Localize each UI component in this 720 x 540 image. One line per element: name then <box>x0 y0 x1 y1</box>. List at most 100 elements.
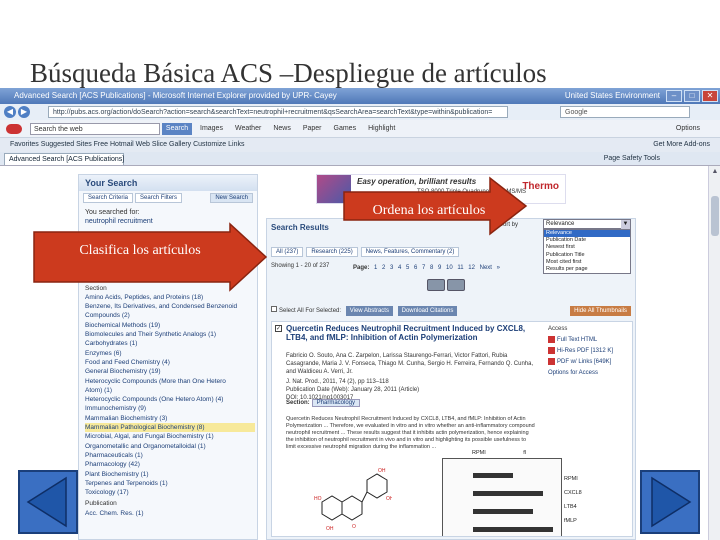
filter-item[interactable]: Mammalian Pathological Biochemistry (8) <box>85 423 255 433</box>
sort-option[interactable]: Newest first <box>544 244 630 251</box>
sort-options-list: Relevance Publication Date Newest first Pub… <box>543 229 631 275</box>
filter-item[interactable]: Biomolecules and Their Synthetic Analogs… <box>85 330 255 339</box>
filter-item[interactable]: Compounds (2) <box>85 311 255 320</box>
download-citations-button[interactable]: Download Citations <box>397 306 458 316</box>
toolbar-tool-news[interactable]: News <box>273 120 291 137</box>
article-abstract: Quercetin Reduces Neutrophil Recruitment… <box>286 416 535 450</box>
searched-for-label: You searched for: <box>85 209 140 216</box>
tab-search-filters[interactable]: Search Filters <box>135 193 183 203</box>
back-icon[interactable]: ◀ <box>4 106 16 118</box>
hide-thumbnails-button[interactable]: Hide All Thumbnails <box>570 306 631 316</box>
graph-bar <box>473 491 543 496</box>
select-all-checkbox[interactable] <box>271 306 277 312</box>
section-label: Section: <box>286 400 310 406</box>
filter-item[interactable]: Immunochemistry (9) <box>85 404 255 413</box>
window-title-right: United States Environment <box>564 91 660 100</box>
select-all-label: Select All <box>279 308 304 314</box>
toolbar-tool-paper[interactable]: Paper <box>303 120 322 137</box>
for-selected-label: For Selected: <box>305 308 342 314</box>
window-titlebar: Advanced Search [ACS Publications] - Mic… <box>0 88 720 104</box>
filter-item[interactable]: Biochemical Methods (19) <box>85 321 255 330</box>
vertical-scrollbar[interactable]: ▲ <box>708 166 720 540</box>
filter-item[interactable]: Plant Biochemistry (1) <box>85 470 255 479</box>
list-view-icon[interactable] <box>427 279 445 291</box>
browser-window: Advanced Search [ACS Publications] - Mic… <box>0 88 720 540</box>
toolbar-search-input[interactable]: Search the web <box>30 123 160 135</box>
filter-item[interactable]: Food and Feed Chemistry (4) <box>85 358 255 367</box>
sort-select[interactable]: Relevance ▼ <box>543 219 631 229</box>
filter-item[interactable]: Microbial, Algal, and Fungal Biochemistr… <box>85 432 255 441</box>
classify-callout-arrow: Clasifica los artículos <box>30 222 270 292</box>
tab-all[interactable]: All (237) <box>271 247 304 257</box>
toolbar-tool-images[interactable]: Images <box>200 120 223 137</box>
get-addons-link[interactable]: Get More Add-ons <box>653 138 710 152</box>
article-checkbox[interactable]: ✓ <box>275 325 282 332</box>
filter-item[interactable]: Mammalian Biochemistry (3) <box>85 414 255 423</box>
filter-item[interactable]: Organometallic and Organometalloidal (1) <box>85 442 255 451</box>
command-bar[interactable]: Page Safety Tools <box>604 152 660 165</box>
close-icon[interactable]: ✕ <box>702 90 718 102</box>
filter-item[interactable]: Pharmaceuticals (1) <box>85 451 255 460</box>
toolbar-search-button[interactable]: Search <box>162 123 192 135</box>
sort-option[interactable]: Publication Title <box>544 252 630 259</box>
next-slide-icon[interactable] <box>640 470 700 534</box>
section-value[interactable]: Pharmacology <box>311 399 361 407</box>
filter-item[interactable]: Heterocyclic Compounds (One Hetero Atom)… <box>85 395 255 404</box>
grid-view-icon[interactable] <box>447 279 465 291</box>
sidebar-header: Your Search <box>79 175 257 191</box>
pager-pages[interactable]: 1 2 3 4 5 6 7 8 9 10 11 12 <box>374 265 475 271</box>
filter-item[interactable]: Carbohydrates (1) <box>85 339 255 348</box>
format-pdf-links[interactable]: PDF w/ Links [649K] <box>548 357 632 368</box>
sort-callout-text: Ordena los artículos <box>372 203 486 218</box>
toolbar-tool-weather[interactable]: Weather <box>235 120 261 137</box>
filter-item[interactable]: Pharmacology (42) <box>85 460 255 469</box>
window-title: Advanced Search [ACS Publications] - Mic… <box>14 91 337 100</box>
toolbar-tool-highlight[interactable]: Highlight <box>368 120 395 137</box>
filter-section-heading: Publication <box>85 500 117 508</box>
tab-research[interactable]: Research (225) <box>306 247 358 257</box>
filter-item[interactable]: Amino Acids, Peptides, and Proteins (18) <box>85 293 255 302</box>
article-access: Access Full Text HTML Hi-Res PDF [1312 K… <box>548 324 632 379</box>
format-hires-pdf[interactable]: Hi-Res PDF [1312 K] <box>548 346 632 357</box>
pdf-links-icon <box>548 357 555 365</box>
sort-option[interactable]: Most cited first <box>544 259 630 266</box>
article-title[interactable]: Quercetin Reduces Neutrophil Recruitment… <box>286 324 536 342</box>
favorites-links[interactable]: Favorites Suggested Sites Free Hotmail W… <box>10 141 244 148</box>
forward-icon[interactable]: ▶ <box>18 106 30 118</box>
graph-legend: RPMI CXCL8 LTB4 fMLP <box>564 472 582 528</box>
toolbar-logo-icon <box>6 124 22 134</box>
tab-search-criteria[interactable]: Search Criteria <box>83 193 134 203</box>
chevron-down-icon[interactable]: ▼ <box>621 220 630 229</box>
url-input[interactable]: http://pubs.acs.org/action/doSearch?acti… <box>48 106 508 118</box>
scroll-up-icon[interactable]: ▲ <box>711 168 719 176</box>
toolbar-options[interactable]: Options <box>676 120 700 137</box>
filter-item[interactable]: Toxicology (17) <box>85 488 255 497</box>
previous-slide-icon[interactable] <box>18 470 78 534</box>
tab-news[interactable]: News, Features, Commentary (2) <box>360 247 460 257</box>
browser-tab[interactable]: Advanced Search [ACS Publications] <box>4 153 124 165</box>
filter-item[interactable]: Acc. Chem. Res. (1) <box>85 509 255 518</box>
sort-option[interactable]: Publication Date <box>544 237 630 244</box>
view-abstracts-button[interactable]: View Abstracts <box>345 306 393 316</box>
pager-next[interactable]: Next » <box>480 265 500 271</box>
filter-item[interactable]: Atom) (1) <box>85 386 255 395</box>
format-full-text[interactable]: Full Text HTML <box>548 335 632 346</box>
browser-search-input[interactable]: Google <box>560 106 690 118</box>
filter-item[interactable]: Enzymes (6) <box>85 349 255 358</box>
new-search-button[interactable]: New Search <box>210 193 253 203</box>
access-options[interactable]: Options for Access <box>548 368 632 379</box>
filter-item[interactable]: General Biochemistry (19) <box>85 367 255 376</box>
sort-option[interactable]: Relevance <box>544 230 630 238</box>
results-controls: Select All For Selected: View Abstracts … <box>271 305 633 317</box>
toolbar-tool-games[interactable]: Games <box>334 120 357 137</box>
maximize-icon[interactable]: □ <box>684 90 700 102</box>
filter-item[interactable]: Benzene, Its Derivatives, and Condensed … <box>85 302 255 311</box>
filter-item[interactable]: Heterocyclic Compounds (More than One He… <box>85 377 255 386</box>
minimize-icon[interactable]: – <box>666 90 682 102</box>
sort-option[interactable]: Results per page <box>544 266 630 273</box>
filter-item[interactable]: Terpenes and Terpenoids (1) <box>85 479 255 488</box>
sort-callout-arrow: Ordena los artículos <box>340 176 530 236</box>
scroll-thumb[interactable] <box>711 196 719 236</box>
slide-title: Búsqueda Básica ACS –Despliegue de artíc… <box>30 58 547 88</box>
pager-label: Page: <box>353 265 370 271</box>
